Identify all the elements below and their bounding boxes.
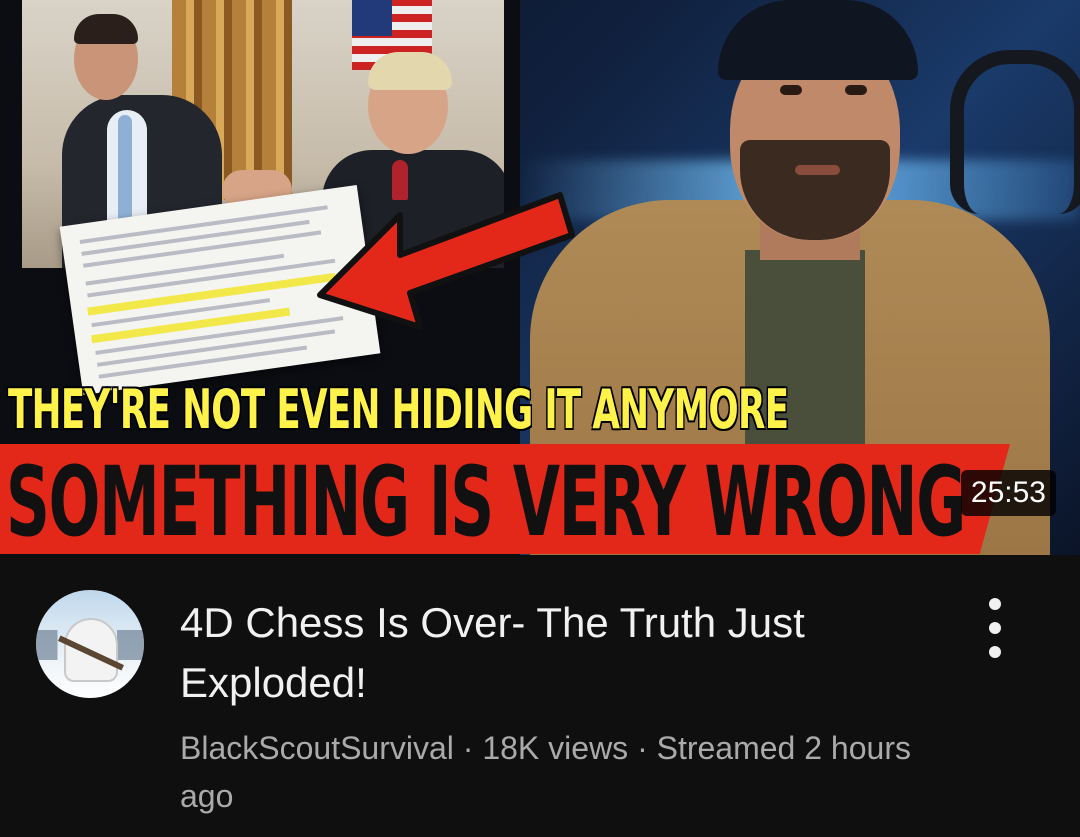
channel-avatar[interactable]	[36, 590, 144, 698]
video-metadata: BlackScoutSurvival · 18K views · Streame…	[180, 724, 920, 820]
video-card: THEY'RE NOT EVEN HIDING IT ANYMORE SOMET…	[0, 0, 1080, 837]
thumbnail-caption-top: THEY'RE NOT EVEN HIDING IT ANYMORE	[8, 378, 789, 441]
video-title[interactable]: 4D Chess Is Over- The Truth Just Explode…	[180, 593, 920, 713]
channel-name[interactable]: BlackScoutSurvival	[180, 730, 454, 766]
duration-badge: 25:53	[960, 470, 1056, 516]
meta-separator: ·	[453, 730, 483, 766]
video-thumbnail[interactable]: THEY'RE NOT EVEN HIDING IT ANYMORE SOMET…	[0, 0, 1080, 555]
view-count: 18K views	[482, 730, 629, 766]
thumbnail-caption-main: SOMETHING IS VERY WRONG	[6, 446, 966, 555]
more-vert-icon[interactable]	[975, 598, 1015, 658]
meta-separator: ·	[628, 730, 657, 766]
microphone-icon	[950, 50, 1080, 214]
cap	[718, 0, 918, 80]
